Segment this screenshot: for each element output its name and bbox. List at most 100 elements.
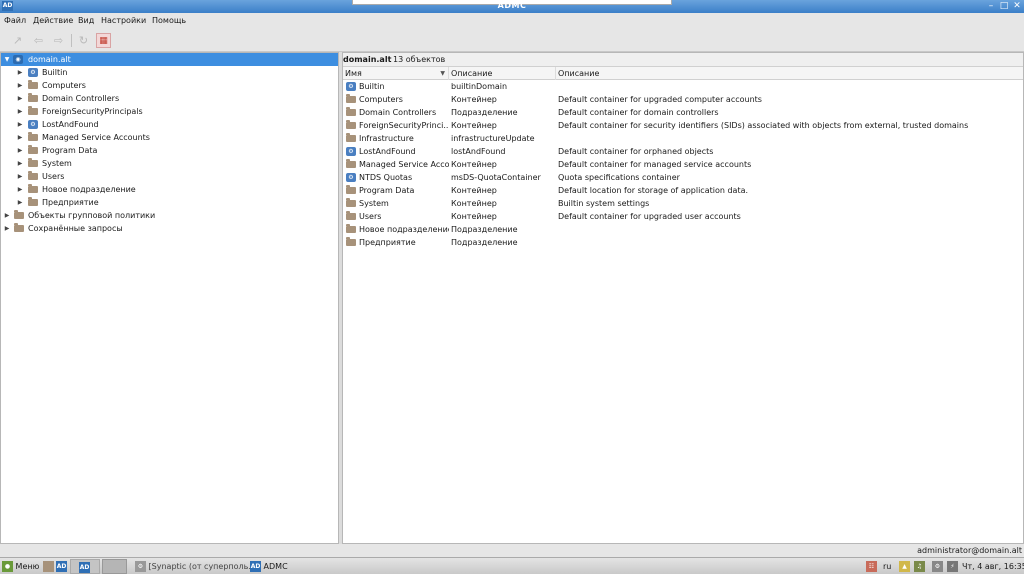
- expand-arrow-icon[interactable]: ▶: [16, 105, 24, 118]
- cell-type: Подразделение: [451, 108, 518, 117]
- tree-item-label: Предприятие: [42, 198, 99, 207]
- menu-action[interactable]: Действие: [33, 16, 73, 25]
- cell-type: lostAndFound: [451, 147, 506, 156]
- tree-item-label: System: [42, 159, 72, 168]
- maximize-icon[interactable]: □: [999, 1, 1009, 11]
- window-title: ADMC: [497, 1, 527, 10]
- cell-name: Infrastructure: [359, 134, 414, 143]
- expand-arrow-icon[interactable]: ▶: [16, 170, 24, 183]
- expand-arrow-icon[interactable]: ▶: [16, 92, 24, 105]
- forward-icon[interactable]: ⇨: [51, 33, 66, 48]
- expand-arrow-icon[interactable]: ▶: [16, 79, 24, 92]
- column-type-label: Описание: [451, 69, 493, 78]
- tray-network-icon[interactable]: ▲: [899, 561, 910, 572]
- cell-name: Computers: [359, 95, 403, 104]
- expand-arrow-icon[interactable]: ▶: [16, 157, 24, 170]
- cell-name: System: [359, 199, 389, 208]
- tray-update-icon[interactable]: ⚙: [932, 561, 943, 572]
- clock[interactable]: Чт, 4 авг, 16:35: [962, 561, 1024, 572]
- workspace-switcher[interactable]: AD: [70, 559, 100, 574]
- up-icon[interactable]: ↗: [10, 33, 25, 48]
- menu-file[interactable]: Файл: [4, 16, 26, 25]
- expand-arrow-icon[interactable]: ▶: [16, 131, 24, 144]
- expand-arrow-icon[interactable]: ▼: [3, 53, 11, 66]
- expand-arrow-icon[interactable]: ▶: [16, 183, 24, 196]
- tree-item-label: Program Data: [42, 146, 98, 155]
- table-row[interactable]: Infrastructure infrastructureUpdate: [343, 132, 1023, 145]
- expand-arrow-icon[interactable]: ▶: [3, 222, 11, 235]
- tray-calendar-icon[interactable]: ☷: [866, 561, 877, 572]
- tree-item-users[interactable]: ▶ Users: [1, 170, 338, 183]
- folder-icon: [28, 132, 38, 141]
- tree-item-group-policy[interactable]: ▶ Объекты групповой политики: [1, 209, 338, 222]
- workspace-2[interactable]: [102, 559, 127, 574]
- cell-description: Default container for security identifie…: [558, 121, 969, 130]
- minimize-icon[interactable]: –: [986, 1, 996, 11]
- menu-view[interactable]: Вид: [78, 16, 94, 25]
- column-type[interactable]: Описание: [449, 67, 556, 80]
- table-row[interactable]: Users Контейнер Default container for upgr…: [343, 210, 1023, 223]
- tree-item-saved-queries[interactable]: ▶ Сохранённые запросы: [1, 222, 338, 235]
- expand-arrow-icon[interactable]: ▶: [3, 209, 11, 222]
- manual-icon[interactable]: ▦: [96, 33, 111, 48]
- table-row[interactable]: Предприятие Подразделение: [343, 236, 1023, 249]
- table-row[interactable]: ⚙ Builtin builtinDomain: [343, 80, 1023, 93]
- expand-arrow-icon[interactable]: ▶: [16, 118, 24, 131]
- tree-item-builtin[interactable]: ▶ ⚙ Builtin: [1, 66, 338, 79]
- cell-description: Default container for managed service ac…: [558, 160, 752, 169]
- start-menu-button[interactable]: ● Меню: [2, 561, 39, 572]
- folder-icon: [346, 237, 356, 246]
- table-row[interactable]: ⚙ NTDS Quotas msDS-QuotaContainer Quota spe…: [343, 171, 1023, 184]
- table-row[interactable]: ForeignSecurityPrinci... Контейнер Default…: [343, 119, 1023, 132]
- tree-item-foreign-security[interactable]: ▶ ForeignSecurityPrincipals: [1, 105, 338, 118]
- table-row[interactable]: Новое подразделение Подразделение: [343, 223, 1023, 236]
- tree-item-system[interactable]: ▶ System: [1, 157, 338, 170]
- close-icon[interactable]: ✕: [1012, 1, 1022, 11]
- start-menu-label: Меню: [15, 562, 40, 571]
- table-row[interactable]: System Контейнер Builtin system settings: [343, 197, 1023, 210]
- folder-icon: [346, 133, 356, 142]
- task-admc-label: ADMC: [263, 562, 288, 571]
- file-manager-launcher[interactable]: [43, 561, 54, 572]
- folder-icon: [43, 561, 54, 572]
- expand-arrow-icon[interactable]: ▶: [16, 66, 24, 79]
- tree-pane[interactable]: ▼ ◉ domain.alt ▶ ⚙ Builtin ▶ Computers ▶…: [0, 52, 339, 544]
- tree-item-domain-controllers[interactable]: ▶ Domain Controllers: [1, 92, 338, 105]
- menu-help[interactable]: Помощь: [152, 16, 186, 25]
- toolbar: ↗ ⇦ ⇨ ↻ ▦: [0, 29, 1024, 52]
- task-synaptic[interactable]: ⚙ [Synaptic (от суперполь...: [135, 561, 256, 572]
- table-row[interactable]: Domain Controllers Подразделение Default c…: [343, 106, 1023, 119]
- column-name[interactable]: Имя ▼: [343, 67, 449, 80]
- folder-icon: [28, 106, 38, 115]
- table-row[interactable]: Managed Service Acco... Контейнер Default …: [343, 158, 1023, 171]
- tray-power-icon[interactable]: ⚡: [947, 561, 958, 572]
- expand-arrow-icon[interactable]: ▶: [16, 196, 24, 209]
- folder-icon: [28, 197, 38, 206]
- tree-item-computers[interactable]: ▶ Computers: [1, 79, 338, 92]
- cell-type: msDS-QuotaContainer: [451, 173, 541, 182]
- title-bar: AD ADMC – □ ✕: [0, 0, 1024, 13]
- task-admc[interactable]: AD ADMC: [250, 561, 288, 572]
- folder-icon: [28, 80, 38, 89]
- tray-volume-icon[interactable]: ♫: [914, 561, 925, 572]
- expand-arrow-icon[interactable]: ▶: [16, 144, 24, 157]
- tree-item-enterprise[interactable]: ▶ Предприятие: [1, 196, 338, 209]
- menu-settings[interactable]: Настройки: [101, 16, 146, 25]
- tree-item-lostandfound[interactable]: ▶ ⚙ LostAndFound: [1, 118, 338, 131]
- tree-item-new-ou[interactable]: ▶ Новое подразделение: [1, 183, 338, 196]
- back-icon[interactable]: ⇦: [31, 33, 46, 48]
- admc-launcher[interactable]: AD: [56, 561, 67, 572]
- cell-description: Quota specifications container: [558, 173, 680, 182]
- tree-root[interactable]: ▼ ◉ domain.alt: [1, 53, 338, 66]
- keyboard-layout[interactable]: ru: [883, 561, 891, 572]
- table-row[interactable]: Program Data Контейнер Default location fo…: [343, 184, 1023, 197]
- builtin-icon: ⚙: [28, 68, 38, 77]
- table-row[interactable]: Computers Контейнер Default container for …: [343, 93, 1023, 106]
- table-row[interactable]: ⚙ LostAndFound lostAndFound Default contain…: [343, 145, 1023, 158]
- refresh-icon[interactable]: ↻: [76, 33, 91, 48]
- tree-item-managed-service[interactable]: ▶ Managed Service Accounts: [1, 131, 338, 144]
- menu-bar: Файл Действие Вид Настройки Помощь: [0, 13, 1024, 29]
- folder-icon: [346, 107, 356, 116]
- tree-item-program-data[interactable]: ▶ Program Data: [1, 144, 338, 157]
- column-description[interactable]: Описание: [556, 67, 1023, 80]
